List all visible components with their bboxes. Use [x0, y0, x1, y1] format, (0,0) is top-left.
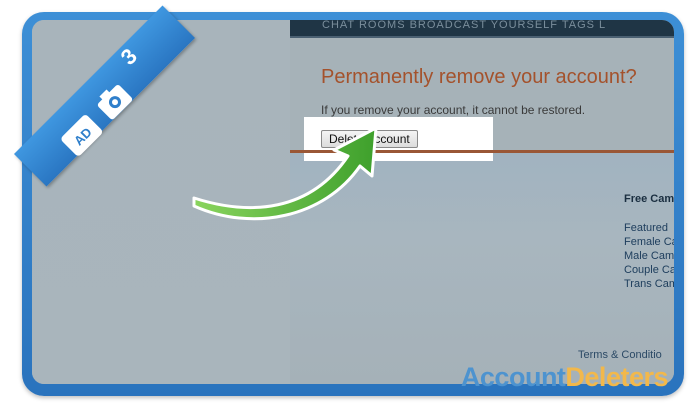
accountdeleters-logo: AccountDeleters [460, 362, 669, 393]
pointer-arrow-icon [192, 126, 378, 221]
terms-link[interactable]: Terms & Conditio [578, 349, 662, 361]
panel-title: Permanently remove your account? [321, 66, 637, 88]
list-item[interactable]: Couple Ca [624, 263, 674, 277]
list-item[interactable]: Female Ca [624, 235, 674, 249]
app-icon: AD [61, 115, 103, 156]
list-item[interactable]: Male Cam [624, 249, 674, 263]
panel-description: If you remove your account, it cannot be… [321, 103, 586, 117]
free-cams-list: Free Cams Featured Female Ca Male Cam Co… [624, 193, 674, 291]
list-item[interactable]: Featured [624, 221, 674, 235]
logo-part-account: Account [460, 362, 566, 392]
list-item[interactable]: Trans Cam [624, 277, 674, 291]
free-cams-heading: Free Cams [624, 193, 674, 205]
step-badge: AD [61, 85, 133, 156]
site-top-navigation[interactable]: CHAT ROOMS BROADCAST YOURSELF TAGS L [290, 20, 674, 38]
logo-part-deleters: Deleters [565, 362, 668, 392]
camera-icon [97, 85, 133, 120]
